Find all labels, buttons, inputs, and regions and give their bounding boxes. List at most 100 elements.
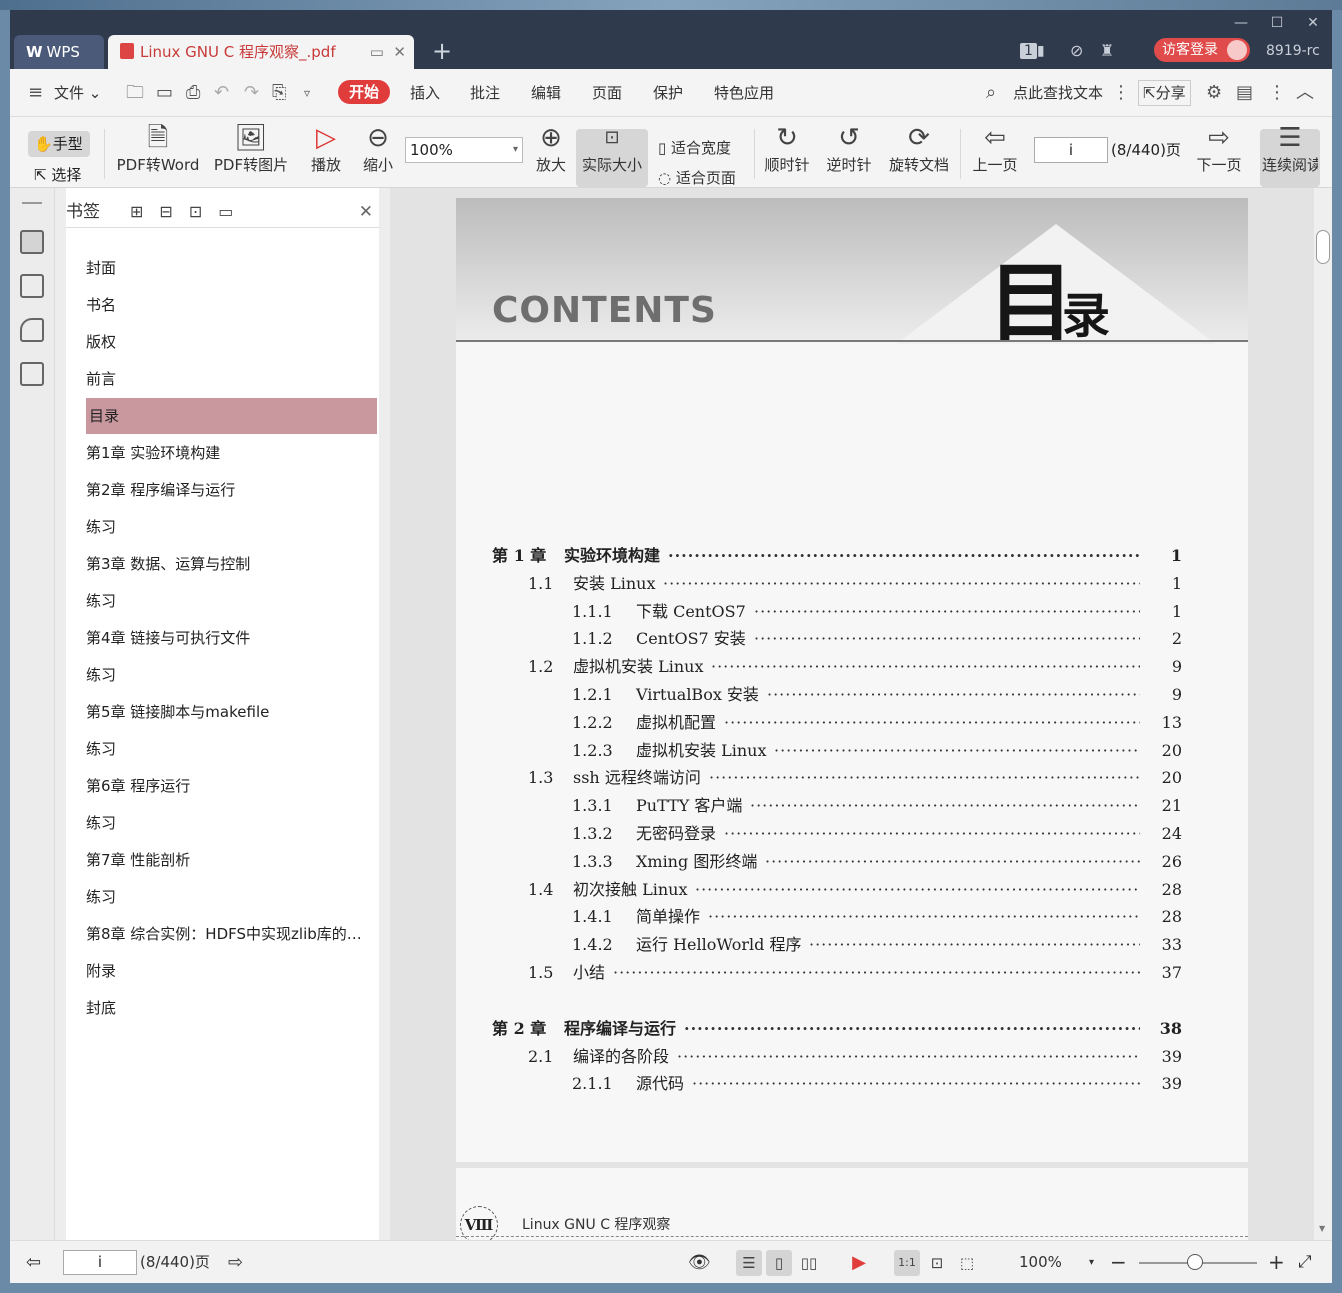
eye-protection-icon[interactable]: 👁 (688, 1241, 711, 1283)
redo-icon[interactable]: ↷ (244, 82, 259, 104)
zoom-select[interactable]: 100% ▾ (405, 137, 523, 163)
pdf-to-image-button[interactable]: 🖼 PDF转图片 (210, 117, 292, 175)
continuous-read-button[interactable]: ☰ 连续阅读 (1262, 117, 1318, 175)
toc-entry[interactable]: 1.4.1 简单操作 ·······························… (456, 905, 1186, 929)
bookmark-item[interactable]: ▶第3章 数据、运算与控制 (86, 546, 376, 582)
collapse-ribbon-icon[interactable]: ︿ (1296, 82, 1314, 104)
actual-size-status-icon[interactable]: 1:1 (894, 1250, 920, 1276)
bookmark-item[interactable]: ▶第2章 程序编译与运行 (86, 472, 376, 508)
fullscreen-icon[interactable]: ⤢ (1298, 1241, 1312, 1283)
toc-entry[interactable]: 2.1 编译的各阶段 ·······························… (456, 1045, 1186, 1069)
maximize-icon[interactable]: ☐ (1260, 12, 1294, 34)
status-zoom-value[interactable]: 100% (1019, 1241, 1062, 1283)
collapse-all-icon[interactable]: ⊟ (159, 202, 188, 221)
pdf-to-word-button[interactable]: 🗎 PDF转Word (112, 117, 204, 175)
zoom-slider-knob[interactable] (1187, 1254, 1203, 1270)
bookmark-item[interactable]: 书名 (86, 287, 376, 323)
annotation-panel-icon[interactable] (20, 318, 44, 342)
undo-icon[interactable]: ↶ (214, 82, 229, 104)
document-view[interactable]: CONTENTS 目 录 第 1 章实验环境构建 ················… (390, 188, 1318, 1240)
bookmark-item[interactable]: 练习 (86, 731, 376, 767)
toc-entry[interactable]: 1.2.2 虚拟机配置 ······························… (456, 711, 1186, 735)
menu-tab-annotate[interactable]: 批注 (470, 82, 500, 104)
two-page-view-icon[interactable]: ▯▯ (796, 1250, 822, 1276)
new-tab-icon[interactable]: + (432, 36, 452, 66)
bookmark-item[interactable]: ▶第8章 综合实例：HDFS中实现zlib库的旁... (86, 916, 376, 952)
file-menu[interactable]: 文件 ⌄ (54, 82, 101, 104)
bookmark-item[interactable]: 练习 (86, 805, 376, 841)
bookmark-item[interactable]: ▶第7章 性能剖析 (86, 842, 376, 878)
bookmark-item[interactable]: 练习 (86, 657, 376, 693)
toc-entry[interactable]: 1.3.2 无密码登录 ······························… (456, 822, 1186, 846)
signature-panel-icon[interactable] (20, 362, 44, 386)
menu-tab-insert[interactable]: 插入 (410, 82, 440, 104)
fit-width-button[interactable]: ▯ 适合宽度 (658, 137, 731, 158)
open-folder-icon[interactable]: 🗀 (126, 82, 144, 104)
single-page-view-icon[interactable]: ▯ (766, 1250, 792, 1276)
fit-page-button[interactable]: ◌ 适合页面 (658, 169, 736, 187)
bookmark-item[interactable]: 版权 (86, 324, 376, 360)
toc-entry[interactable]: 1.4 初次接触 Linux ···························… (456, 878, 1186, 902)
toc-entry[interactable]: 1.2.1 VirtualBox 安装 ······················… (456, 683, 1186, 707)
play-button[interactable]: ▷ 播放 (306, 117, 346, 175)
bookmark-item[interactable]: 目录 (86, 398, 377, 434)
next-page-button[interactable]: ⇨ 下一页 (1194, 117, 1244, 175)
save-icon[interactable]: ▭ (156, 82, 173, 104)
continuous-view-icon[interactable]: ☰ (736, 1250, 762, 1276)
toc-entry[interactable]: 1.3 ssh 远程终端访问 ···························… (456, 766, 1186, 790)
select-tool-button[interactable]: ⇱ 选择 (34, 163, 81, 187)
scroll-down-icon[interactable]: ▼ (1319, 1224, 1325, 1233)
rotate-clockwise-button[interactable]: ↻ 顺时针 (762, 117, 812, 175)
thumbnail-panel-icon[interactable] (20, 274, 44, 298)
bookmark-item[interactable]: ▶第6章 程序运行 (86, 768, 376, 804)
bookmark-item[interactable]: ▶第5章 链接脚本与makefile (86, 694, 376, 730)
close-window-icon[interactable]: ✕ (1296, 12, 1330, 34)
page-number-input[interactable]: i (1034, 137, 1108, 163)
scrollbar-thumb[interactable] (1316, 230, 1330, 264)
toc-entry[interactable]: 第 2 章程序编译与运行 ····························… (456, 1017, 1186, 1041)
login-button[interactable]: 访客登录 (1154, 38, 1250, 62)
bookmark-item[interactable]: 封面 (86, 250, 376, 286)
vertical-scrollbar[interactable]: ▼ (1314, 188, 1332, 1240)
wps-home-tab[interactable]: W WPS (14, 35, 104, 69)
export-icon[interactable]: ⎘ (272, 82, 286, 104)
pin-icon[interactable]: ▭ (370, 43, 384, 61)
previous-page-button[interactable]: ⇦ 上一页 (970, 117, 1020, 175)
menu-tab-protect[interactable]: 保护 (653, 82, 683, 104)
close-panel-icon[interactable]: ✕ (359, 200, 373, 224)
zoom-dropdown-icon[interactable]: ▾ (1089, 1241, 1094, 1283)
toc-entry[interactable]: 1.1 安装 Linux ·····························… (456, 572, 1186, 596)
search-text-button[interactable]: 点此查找文本 (1013, 82, 1103, 104)
document-tab[interactable]: Linux GNU C 程序观察_.pdf ▭ ✕ (108, 35, 414, 69)
rotate-counterclockwise-button[interactable]: ↺ 逆时针 (824, 117, 874, 175)
settings-icon[interactable]: ⚙ (1206, 82, 1222, 104)
tab-count-badge[interactable]: 1 ▮ (1020, 40, 1045, 62)
prev-page-arrow-icon[interactable]: ⇦ (26, 1241, 41, 1283)
bookmark-panel-icon[interactable] (20, 230, 44, 254)
next-page-arrow-icon[interactable]: ⇨ (228, 1241, 243, 1283)
zoom-plus-icon[interactable]: + (1268, 1241, 1285, 1283)
minimize-icon[interactable]: — (1224, 12, 1258, 34)
toc-entry[interactable]: 1.3.1 PuTTY 客户端 ··························… (456, 794, 1186, 818)
bookmark-item[interactable]: ▶第1章 实验环境构建 (86, 435, 376, 471)
sync-icon[interactable]: ⊘ (1070, 40, 1083, 62)
zoom-out-button[interactable]: ⊖ 缩小 (358, 117, 398, 175)
search-icon[interactable]: ⌕ (986, 82, 996, 104)
comment-icon[interactable]: ▤ (1236, 82, 1253, 104)
actual-size-button[interactable]: ⊡ 实际大小 (576, 117, 648, 175)
fit-page-status-icon[interactable]: ⊡ (924, 1250, 950, 1276)
more-quick-access-icon[interactable]: ▿ (304, 82, 310, 104)
toc-entry[interactable]: 1.4.2 运行 HelloWorld 程序 ···················… (456, 933, 1186, 957)
hand-tool-button[interactable]: ✋手型 (28, 131, 90, 157)
bookmark-item[interactable]: 练习 (86, 509, 376, 545)
play-slideshow-icon[interactable]: ▶ (846, 1250, 872, 1276)
toc-entry[interactable]: 1.3.3 Xming 图形终端 ·························… (456, 850, 1186, 874)
menu-tab-special[interactable]: 特色应用 (714, 82, 774, 104)
print-icon[interactable]: ⎙ (186, 82, 200, 104)
more-menu-icon[interactable]: ⋮ (1268, 82, 1286, 104)
toc-entry[interactable]: 2.1.1 源代码 ································… (456, 1072, 1186, 1096)
menu-tab-start[interactable]: 开始 (338, 80, 391, 104)
bookmark-item[interactable]: 练习 (86, 583, 376, 619)
bookmark-options-icon[interactable]: ▭ (218, 202, 249, 221)
zoom-in-button[interactable]: ⊕ 放大 (530, 117, 572, 175)
